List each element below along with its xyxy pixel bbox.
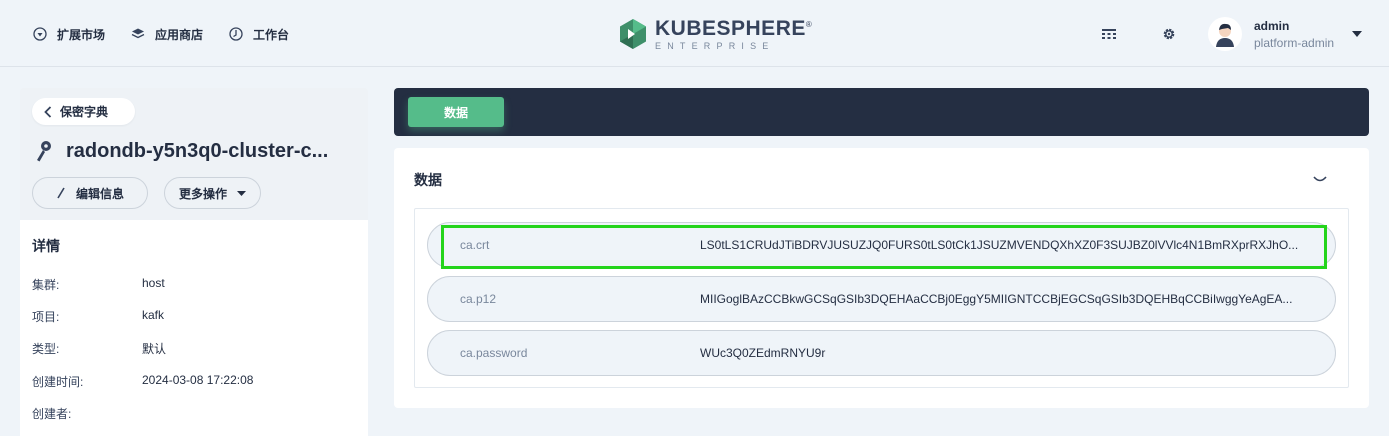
workbench-icon <box>229 27 243 41</box>
data-value: WUc3Q0ZEdmRNYU9r <box>700 346 826 360</box>
nav-workbench-label: 工作台 <box>253 27 290 42</box>
detail-row-project: 项目: kafk <box>32 308 164 324</box>
data-key: ca.p12 <box>460 292 497 306</box>
nav-workbench[interactable]: 工作台 <box>229 25 289 43</box>
detail-label: 项目: <box>32 310 60 324</box>
nav-app-store-label: 应用商店 <box>155 27 204 42</box>
data-card: 数据 ca.crt LS0tLS1CRUdJTiBDRVJUSUZJQ0FURS… <box>394 148 1369 408</box>
logo-main-text: KUBESPHERE <box>655 16 806 40</box>
top-navigation-bar: 扩展市场 应用商店 工作台 KUBESPHERE® ENTERPRISE adm… <box>0 0 1389 67</box>
chevron-left-icon <box>44 105 52 118</box>
tab-bar: 数据 <box>394 88 1369 136</box>
app-store-icon <box>131 28 145 39</box>
data-key: ca.password <box>460 346 528 360</box>
extensions-icon <box>33 27 47 41</box>
card-title: 数据 <box>414 172 442 188</box>
back-button[interactable]: 保密字典 <box>32 98 135 125</box>
detail-value: host <box>142 276 165 290</box>
detail-label: 创建时间: <box>32 375 84 389</box>
gear-icon <box>1163 28 1175 40</box>
data-value: LS0tLS1CRUdJTiBDRVJUSUZJQ0FURS0tLS0tCk1J… <box>700 238 1299 252</box>
data-row-ca-password[interactable]: ca.password WUc3Q0ZEdmRNYU9r <box>427 330 1336 376</box>
apps-grid-button[interactable] <box>1101 26 1117 42</box>
edit-info-button[interactable]: 编辑信息 <box>32 177 148 209</box>
pencil-icon <box>57 187 65 199</box>
nav-app-store[interactable]: 应用商店 <box>131 25 203 43</box>
user-role: platform-admin <box>1254 35 1335 50</box>
logo-sub-text: ENTERPRISE <box>655 40 775 51</box>
detail-label: 创建者: <box>32 407 72 421</box>
apps-grid-icon <box>1102 29 1116 39</box>
back-button-label: 保密字典 <box>60 105 109 119</box>
detail-value: kafk <box>142 308 165 322</box>
more-actions-label: 更多操作 <box>178 186 227 201</box>
detail-row-cluster: 集群: host <box>32 276 165 292</box>
user-name: admin <box>1254 18 1290 33</box>
avatar <box>1208 17 1242 51</box>
kubesphere-logo[interactable]: KUBESPHERE® ENTERPRISE <box>619 17 812 51</box>
resource-name: radondb-y5n3q0-cluster-c... <box>66 139 329 162</box>
detail-value: 2024-03-08 17:22:08 <box>142 373 254 387</box>
kubesphere-logo-icon <box>620 19 646 49</box>
caret-down-icon <box>237 190 246 196</box>
detail-row-created-time: 创建时间: 2024-03-08 17:22:08 <box>32 373 253 389</box>
detail-row-type: 类型: 默认 <box>32 340 166 356</box>
key-icon <box>37 141 51 162</box>
more-actions-button[interactable]: 更多操作 <box>164 177 261 209</box>
resource-header-panel: 保密字典 radondb-y5n3q0-cluster-c... 编辑信息 更多… <box>20 88 368 220</box>
tab-data[interactable]: 数据 <box>408 97 504 127</box>
details-panel: 详情 集群: host 项目: kafk 类型: 默认 创建时间: 2024-0… <box>20 220 368 436</box>
nav-extensions[interactable]: 扩展市场 <box>33 25 105 43</box>
detail-label: 集群: <box>32 278 60 292</box>
data-row-ca-p12[interactable]: ca.p12 MIIGoglBAzCCBkwGCSqGSIb3DQEHAaCCB… <box>427 276 1336 322</box>
detail-value: 默认 <box>142 342 167 356</box>
logo-registered-mark: ® <box>805 19 813 29</box>
resource-title: radondb-y5n3q0-cluster-c... <box>34 137 364 165</box>
user-avatar-icon <box>1216 23 1234 47</box>
details-title: 详情 <box>32 238 60 254</box>
nav-extensions-label: 扩展市场 <box>57 27 106 42</box>
user-menu[interactable]: admin platform-admin <box>1208 17 1363 51</box>
data-row-ca-crt[interactable]: ca.crt LS0tLS1CRUdJTiBDRVJUSUZJQ0FURS0tL… <box>427 222 1336 268</box>
settings-button[interactable] <box>1161 26 1177 42</box>
data-value: MIIGoglBAzCCBkwGCSqGSIb3DQEHAaCCBj0EggY5… <box>700 292 1293 306</box>
detail-row-creator: 创建者: <box>32 405 142 421</box>
data-list: ca.crt LS0tLS1CRUdJTiBDRVJUSUZJQ0FURS0tL… <box>414 208 1349 388</box>
detail-label: 类型: <box>32 342 60 356</box>
edit-info-label: 编辑信息 <box>75 186 124 201</box>
loading-spinner-icon <box>1313 176 1327 182</box>
caret-down-icon[interactable] <box>1352 31 1363 37</box>
data-key: ca.crt <box>460 238 490 252</box>
